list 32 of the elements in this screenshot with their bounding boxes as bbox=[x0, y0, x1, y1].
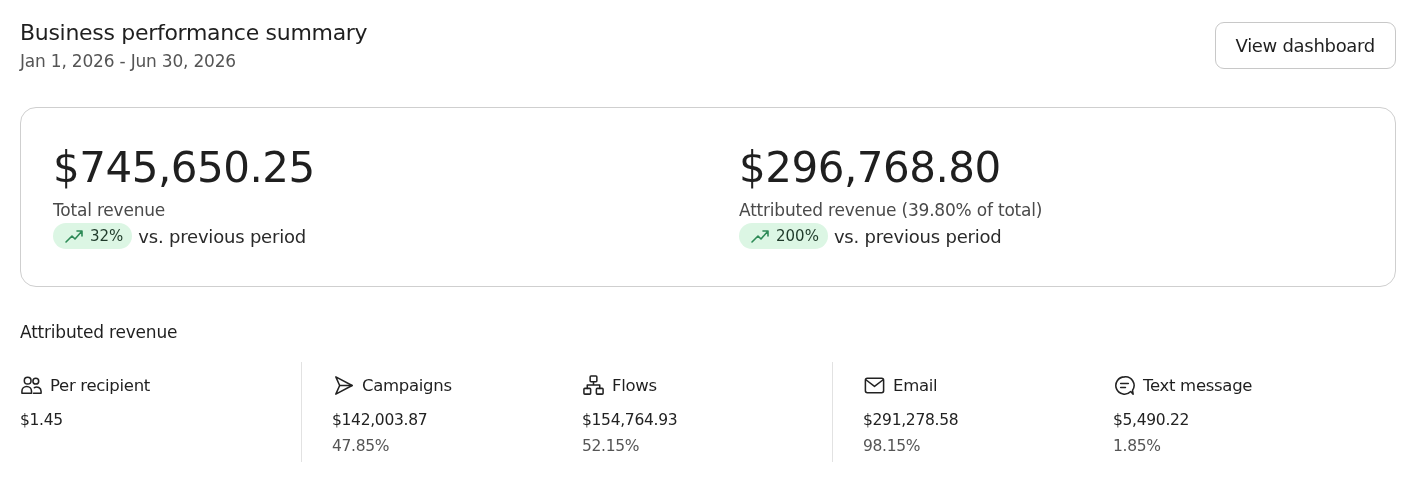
comparison-text: vs. previous period bbox=[833, 225, 1002, 247]
chat-icon bbox=[1113, 374, 1136, 397]
send-icon bbox=[332, 374, 355, 397]
trend-up-icon bbox=[750, 228, 770, 244]
metric-value: $1.45 bbox=[20, 411, 64, 429]
metric-label: Per recipient bbox=[50, 376, 150, 395]
comparison-text: vs. previous period bbox=[138, 225, 307, 247]
metric-share: 47.85% bbox=[332, 437, 391, 455]
metric-value: $5,490.22 bbox=[1113, 411, 1191, 429]
metric-label: Email bbox=[893, 376, 938, 395]
metric-share: 98.15% bbox=[863, 437, 922, 455]
metric-label: Flows bbox=[612, 376, 657, 395]
metric-value: $291,278.58 bbox=[863, 411, 960, 429]
people-icon bbox=[20, 374, 43, 397]
metric-value: $142,003.87 bbox=[332, 411, 429, 429]
metric-share: 52.15% bbox=[582, 437, 641, 455]
revenue-label: Total revenue bbox=[53, 200, 166, 220]
view-dashboard-button[interactable]: View dashboard bbox=[1214, 22, 1396, 69]
page-title: Business performance summary bbox=[20, 20, 368, 45]
change-badge: 200% bbox=[739, 223, 828, 249]
revenue-label: Attributed revenue (39.80% of total) bbox=[739, 200, 1043, 220]
revenue-amount: $296,768.80 bbox=[739, 142, 1001, 194]
change-badge: 32% bbox=[53, 223, 133, 249]
metric-share: 1.85% bbox=[1113, 437, 1162, 455]
revenue-amount: $745,650.25 bbox=[53, 142, 315, 194]
metric-value: $154,764.93 bbox=[582, 411, 679, 429]
section-title: Attributed revenue bbox=[20, 322, 179, 342]
metric-label: Campaigns bbox=[362, 376, 452, 395]
metric-label: Text message bbox=[1143, 376, 1253, 395]
flowchart-icon bbox=[582, 374, 605, 397]
date-range: Jan 1, 2026 - Jun 30, 2026 bbox=[20, 51, 237, 71]
trend-up-icon bbox=[64, 228, 84, 244]
